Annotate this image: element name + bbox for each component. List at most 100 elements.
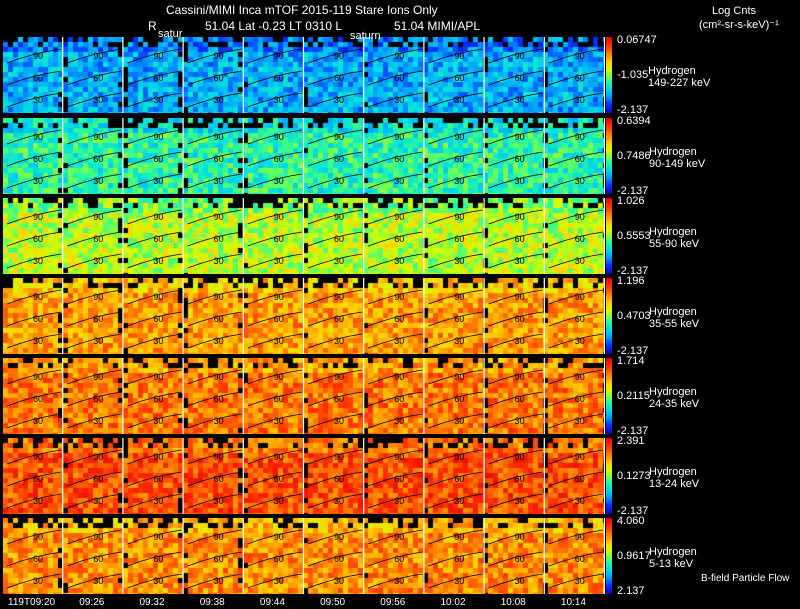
grid-overlay: 90 60 30 90 60 30 90 60 30 90 60 30 90 60 30 90 60 30 90 60… [6,358,605,434]
grid-label: 90 [214,292,224,302]
grid-label: 30 [575,256,585,266]
panel-label: Hydrogen 35-55 keV [649,306,699,330]
grid-label: 60 [214,73,224,83]
grid-label: 60 [93,554,103,564]
grid-label: 90 [394,452,404,462]
grid-label: 90 [33,452,43,462]
grid-label: 90 [334,532,344,542]
grid-label: 30 [334,256,344,266]
grid-label: 90 [93,51,103,61]
grid-label: 30 [214,336,224,346]
grid-label: 90 [153,51,163,61]
colorbar-max: 2.391 [617,435,645,447]
grid-label: 30 [93,336,103,346]
grid-label: 60 [153,474,163,484]
grid-label: 60 [454,314,464,324]
grid-overlay: 90 60 30 90 60 30 90 60 30 90 60 30 90 60 30 90 60 30 90 60… [6,198,605,274]
energy-range-label: 55-90 keV [649,238,700,250]
grid-label: 60 [575,154,585,164]
species-label: Hydrogen [648,65,696,77]
grid-label: 60 [214,234,224,244]
grid-label: 30 [214,176,224,186]
grid-label: 90 [33,132,43,142]
colorbar-max: 0.06747 [617,34,657,46]
grid-label: 90 [454,372,464,382]
grid-label: 60 [454,554,464,564]
grid-label: 90 [33,532,43,542]
grid-label: 30 [274,416,284,426]
grid-label: 90 [575,132,585,142]
grid-label: 30 [394,256,404,266]
colorbar-mid: 0.7486 [617,150,651,162]
grid-label: 30 [93,496,103,506]
grid-label: 60 [394,394,404,404]
grid-label: 60 [575,234,585,244]
grid-label: 90 [33,212,43,222]
grid-overlay: 90 60 30 90 60 30 90 60 30 90 60 30 90 60 30 90 60 30 90 60… [6,37,605,113]
grid-label: 90 [153,452,163,462]
colorbar [606,118,612,194]
grid-label: 30 [454,496,464,506]
grid-label: 60 [515,154,525,164]
time-tick-label: 09:56 [380,597,406,608]
heatmap-row-5: 90 60 30 90 60 30 90 60 30 90 60 30 90 60 30 90 60 30 90 60… [3,358,605,434]
grid-label: 90 [394,292,404,302]
grid-label: 30 [93,576,103,586]
grid-label: 90 [153,132,163,142]
grid-label: 30 [454,95,464,105]
colorbar-max: 4.060 [617,515,645,527]
grid-label: 60 [33,554,43,564]
chart-title: Cassini/MIMI Inca mTOF 2015-119 Stare Io… [166,3,438,17]
grid-label: 90 [394,51,404,61]
grid-label: 90 [274,292,284,302]
grid-label: 60 [515,474,525,484]
time-tick-label: 09:44 [259,597,285,608]
grid-label: 60 [454,73,464,83]
grid-label: 30 [274,496,284,506]
grid-label: 90 [575,51,585,61]
grid-label: 60 [33,73,43,83]
grid-label: 30 [33,336,43,346]
grid-label: 30 [515,256,525,266]
grid-label: 30 [93,176,103,186]
grid-label: 60 [214,394,224,404]
grid-label: 90 [93,372,103,382]
grid-label: 30 [274,256,284,266]
grid-label: 30 [153,256,163,266]
grid-label: 60 [515,234,525,244]
grid-label: 90 [575,372,585,382]
grid-label: 90 [214,51,224,61]
species-label: Hydrogen [649,466,697,478]
colorbar [606,518,612,594]
grid-label: 30 [214,576,224,586]
grid-label: 30 [575,95,585,105]
grid-label: 90 [93,132,103,142]
grid-label: 30 [153,95,163,105]
grid-label: 90 [274,452,284,462]
grid-label: 30 [334,576,344,586]
grid-label: 60 [575,314,585,324]
grid-label: 60 [454,154,464,164]
grid-label: 90 [334,452,344,462]
time-tick-label: 09:38 [199,597,225,608]
saturn-label-left: satur [158,28,183,40]
grid-label: 60 [274,314,284,324]
grid-label: 30 [334,336,344,346]
grid-label: 30 [214,416,224,426]
grid-label: 90 [575,532,585,542]
colorbar [606,278,612,354]
bfield-flow-label: B-field Particle Flow [701,573,790,584]
grid-label: 90 [394,132,404,142]
grid-label: 30 [214,95,224,105]
grid-overlay: 90 60 30 90 60 30 90 60 30 90 60 30 90 60 30 90 60 30 90 60… [6,278,605,354]
grid-label: 60 [93,154,103,164]
grid-label: 90 [334,212,344,222]
grid-label: 30 [153,416,163,426]
grid-label: 30 [93,416,103,426]
grid-label: 90 [153,532,163,542]
grid-overlay: 90 60 30 90 60 30 90 60 30 90 60 30 90 60 30 90 60 30 90 60… [6,518,605,594]
heatmap-row-3: 90 60 30 90 60 30 90 60 30 90 60 30 90 60 30 90 60 30 90 60… [3,198,605,274]
energy-range-label: 24-35 keV [649,398,700,410]
heatmap-row-2: 90 60 30 90 60 30 90 60 30 90 60 30 90 60 30 90 60 30 90 60… [3,118,605,194]
colorbar-max: 1.714 [617,355,645,367]
